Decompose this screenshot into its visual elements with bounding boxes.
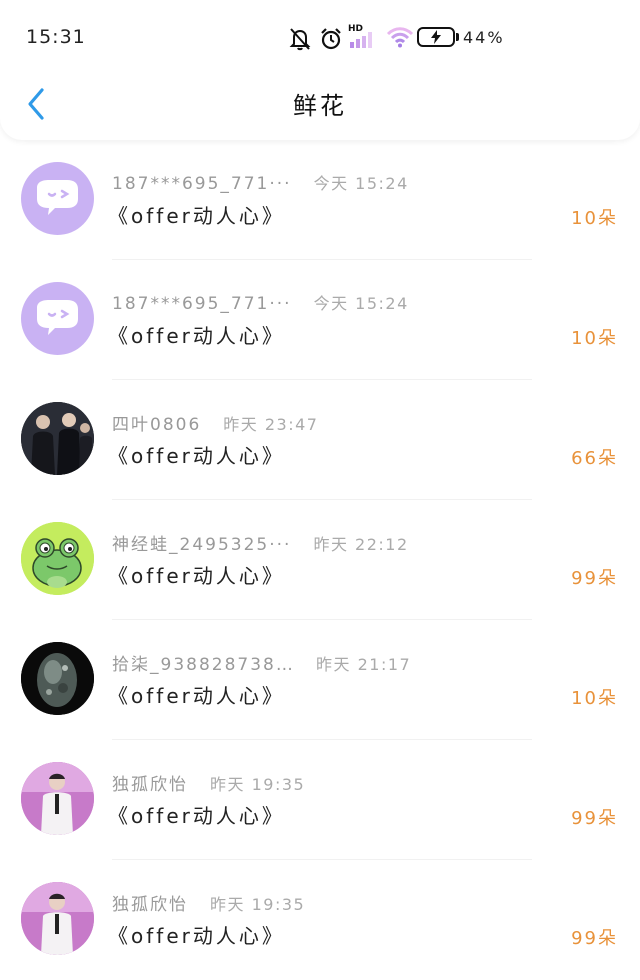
battery-percent: 44%: [463, 27, 505, 47]
flower-count: 99朵: [571, 568, 618, 589]
group-photo-avatar-icon: [21, 402, 94, 475]
list-item[interactable]: 187***695_771··· 今天 15:24 《offer动人心》 10朵: [0, 140, 640, 260]
avatar[interactable]: [21, 882, 94, 955]
crystal-avatar-icon: [21, 642, 94, 715]
default-chat-avatar-icon: [37, 180, 78, 215]
nav-bar: 鲜花: [0, 76, 640, 132]
frog-avatar-icon: [21, 522, 94, 595]
avatar[interactable]: [21, 402, 94, 475]
send-time: 昨天 22:12: [313, 535, 409, 554]
program-title: 《offer动人心》: [108, 684, 285, 708]
sender-name: 187***695_771···: [112, 294, 292, 314]
sender-name: 拾柒_938828738···: [112, 655, 294, 675]
list-item[interactable]: 独孤欣怡 昨天 19:35 《offer动人心》 99朵: [0, 860, 640, 980]
flower-count: 10朵: [571, 328, 618, 349]
flower-count: 10朵: [571, 688, 618, 709]
sender-name: 独孤欣怡: [112, 775, 188, 795]
sender-name: 187***695_771···: [112, 174, 292, 194]
flower-record-list: 187***695_771··· 今天 15:24 《offer动人心》 10朵…: [0, 140, 640, 980]
program-title: 《offer动人心》: [108, 924, 285, 948]
avatar[interactable]: [21, 522, 94, 595]
send-time: 今天 15:24: [313, 294, 409, 313]
program-title: 《offer动人心》: [108, 324, 285, 348]
program-title: 《offer动人心》: [108, 204, 285, 228]
list-item[interactable]: 拾柒_938828738··· 昨天 21:17 《offer动人心》 10朵: [0, 620, 640, 740]
list-item[interactable]: 四叶0806 昨天 23:47 《offer动人心》 66朵: [0, 380, 640, 500]
mute-bell-icon: [289, 28, 311, 51]
status-time: 15:31: [26, 26, 86, 48]
send-time: 昨天 19:35: [210, 895, 306, 914]
avatar[interactable]: [21, 762, 94, 835]
send-time: 昨天 23:47: [223, 415, 319, 434]
send-time: 昨天 19:35: [210, 775, 306, 794]
list-item[interactable]: 独孤欣怡 昨天 19:35 《offer动人心》 99朵: [0, 740, 640, 860]
list-item[interactable]: 神经蛙_2495325··· 昨天 22:12 《offer动人心》 99朵: [0, 500, 640, 620]
stage-person-avatar-icon: [21, 762, 94, 835]
status-bar: 15:31 HD 44%: [0, 0, 640, 76]
program-title: 《offer动人心》: [108, 804, 285, 828]
stage-person-avatar-icon: [21, 882, 94, 955]
flower-count: 66朵: [571, 448, 618, 469]
battery-indicator: 44%: [417, 27, 505, 47]
top-header-card: 15:31 HD 44% 鲜花: [0, 0, 640, 140]
page-title: 鲜花: [293, 92, 347, 120]
program-title: 《offer动人心》: [108, 444, 285, 468]
sender-name: 四叶0806: [112, 415, 202, 435]
flower-count: 99朵: [571, 928, 618, 949]
sender-name: 独孤欣怡: [112, 895, 188, 915]
send-time: 今天 15:24: [313, 174, 409, 193]
avatar[interactable]: [21, 642, 94, 715]
sender-name: 神经蛙_2495325···: [112, 535, 292, 555]
flower-count: 10朵: [571, 208, 618, 229]
send-time: 昨天 21:17: [316, 655, 412, 674]
default-chat-avatar-icon: [37, 300, 78, 335]
alarm-clock-icon: [321, 28, 341, 50]
signal-strength-icon: HD: [348, 24, 376, 48]
battery-icon: [417, 27, 455, 47]
avatar[interactable]: [21, 162, 94, 235]
avatar[interactable]: [21, 282, 94, 355]
flower-count: 99朵: [571, 808, 618, 829]
list-item[interactable]: 187***695_771··· 今天 15:24 《offer动人心》 10朵: [0, 260, 640, 380]
wifi-icon: [386, 27, 414, 48]
program-title: 《offer动人心》: [108, 564, 285, 588]
